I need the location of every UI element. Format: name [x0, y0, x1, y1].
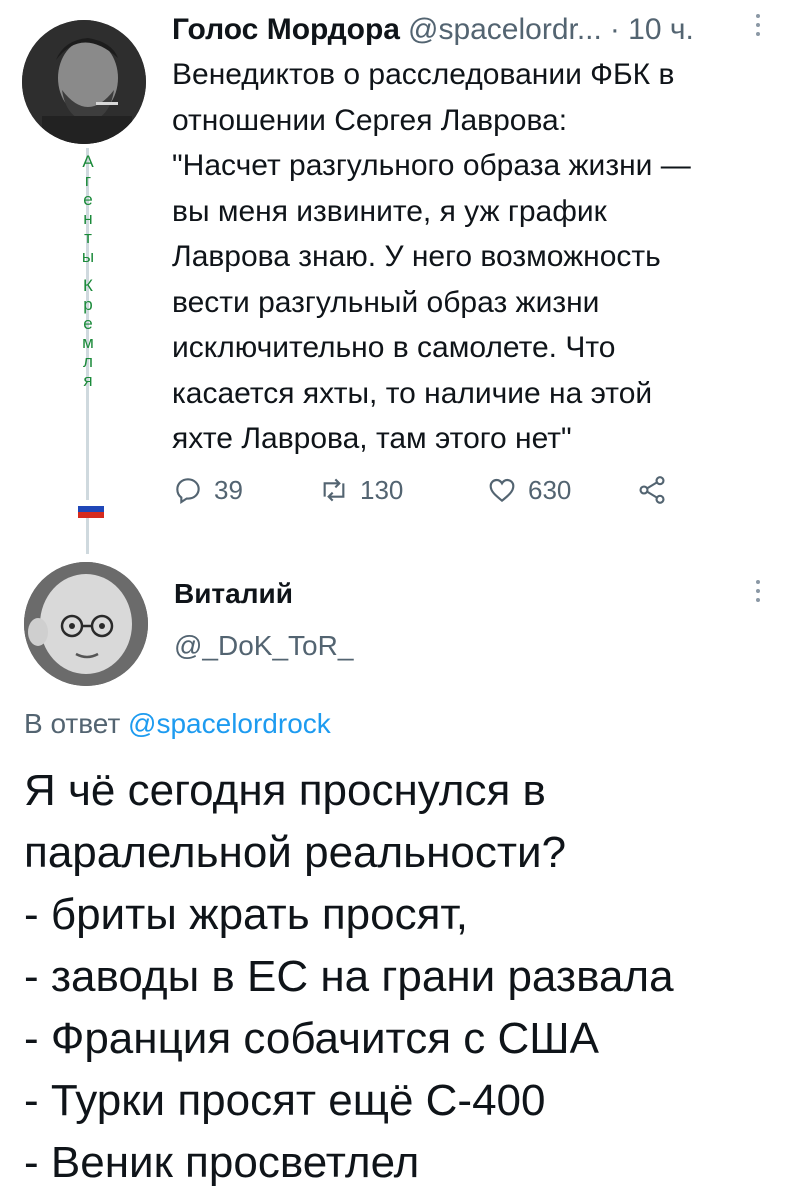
tag-letter: К — [83, 276, 93, 295]
reply-line: - Франция собачится с США — [24, 1014, 599, 1063]
tweet-line: вести разгульный образ жизни — [172, 285, 600, 319]
author-handle[interactable]: @spacelordr... — [408, 13, 602, 47]
reply-line: паралельной реальности? — [24, 828, 567, 877]
reply-line: - заводы в ЕС на грани развала — [24, 952, 674, 1001]
tweet-line: Лаврова знаю. У него возможность — [172, 240, 661, 273]
tag-letter: е — [83, 314, 93, 333]
tag-letter: т — [84, 228, 92, 247]
reply-context: В ответ @spacelordrock — [24, 708, 331, 740]
reply-line: - Турки просят ещё С-400 — [24, 1076, 546, 1125]
author-avatar[interactable] — [22, 20, 146, 144]
reply-line: - бриты жрать просят, — [24, 890, 468, 939]
more-icon — [748, 10, 768, 36]
share-icon — [639, 476, 665, 504]
tweet-actions: 39 130 630 — [172, 470, 732, 510]
vertical-tag: АгентыКремля — [74, 152, 102, 390]
like-button[interactable]: 630 — [486, 474, 636, 506]
tweet-text: Венедиктов о расследовании ФБК в отношен… — [172, 52, 772, 462]
more-options-button[interactable] — [748, 10, 768, 50]
tweet-line: отношении Сергея Лаврова: — [172, 103, 568, 137]
reply-count: 39 — [214, 474, 243, 505]
heart-icon — [489, 478, 515, 503]
reply-button[interactable]: 39 — [172, 474, 318, 506]
tag-letter: е — [83, 190, 93, 209]
share-button[interactable] — [636, 474, 668, 506]
reply-author-avatar[interactable] — [24, 562, 148, 686]
retweet-button[interactable]: 130 — [318, 474, 486, 506]
tweet-header: Голос Мордора @spacelordr... · 10 ч. — [172, 8, 752, 52]
reply-icon — [176, 478, 200, 504]
tweet-line: вы меня извините, я уж график — [172, 194, 607, 228]
tweet-line: Венедиктов о расследовании ФБК в — [172, 58, 675, 91]
reply-line: Я чё сегодня проснулся в — [24, 766, 546, 815]
like-count: 630 — [528, 474, 572, 505]
more-icon — [748, 576, 768, 602]
tag-letter: л — [83, 352, 93, 371]
tweet-line: касается яхты, то наличие на этой — [172, 376, 653, 410]
tweet-time[interactable]: · 10 ч. — [610, 13, 694, 47]
avatar-photo — [24, 562, 148, 686]
tag-letter: р — [83, 295, 93, 314]
tag-letter: ы — [81, 247, 95, 266]
author-name[interactable]: Голос Мордора — [172, 13, 400, 47]
retweet-count: 130 — [360, 474, 404, 505]
reply-author-handle[interactable]: @_DoK_ToR_ — [174, 630, 353, 662]
russia-flag-icon — [78, 500, 104, 518]
reply-prefix: В ответ — [24, 708, 121, 739]
reply-text: Я чё сегодня проснулся в паралельной реа… — [24, 760, 784, 1194]
tweet-line: "Насчет разгульного образа жизни — — [172, 149, 691, 182]
avatar-photo — [22, 20, 146, 144]
tweet-line: яхте Лаврова, там этого нет" — [172, 422, 572, 455]
tweet-line: исключительно в самолете. Что — [172, 331, 616, 364]
reply-mention-link[interactable]: @spacelordrock — [128, 708, 331, 739]
tag-letter: А — [82, 152, 94, 171]
reply-author-name[interactable]: Виталий — [174, 578, 293, 610]
reply-line: - Веник просветлел — [24, 1138, 420, 1187]
tag-letter: я — [83, 371, 93, 390]
tag-letter: г — [84, 171, 92, 190]
tag-letter: м — [82, 333, 94, 352]
retweet-icon — [323, 478, 345, 502]
tag-letter: н — [83, 209, 93, 228]
more-options-button[interactable] — [748, 576, 768, 616]
